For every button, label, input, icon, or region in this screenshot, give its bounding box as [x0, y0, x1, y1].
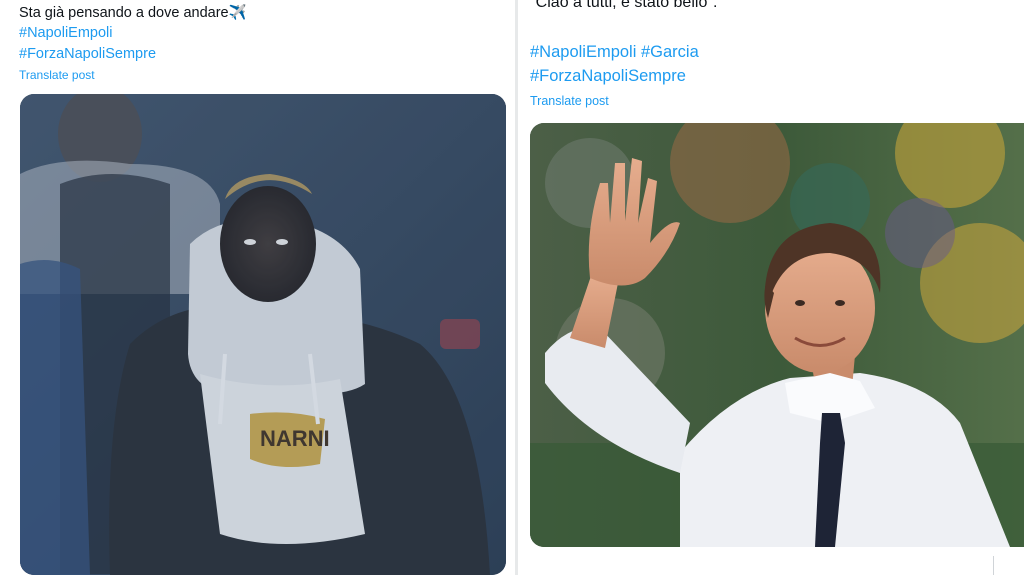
divider-line [993, 556, 994, 575]
hashtag-link[interactable]: #NapoliEmpoli [19, 25, 113, 41]
stadium-crowd-photo: NARNI [20, 94, 506, 575]
translate-post-link[interactable]: Translate post [530, 94, 609, 108]
hashtag-link[interactable]: #ForzaNapoliSempre [19, 46, 156, 62]
translate-post-link[interactable]: Translate post [19, 68, 95, 82]
post-right: "Ciao a tutti, è stato bello". #NapoliEm… [518, 0, 1024, 575]
post-text: Sta già pensando a dove andare✈️ [19, 5, 247, 21]
coach-waving-photo [530, 123, 1024, 547]
post-image[interactable] [530, 123, 1024, 547]
post-left: Sta già pensando a dove andare✈️ #Napoli… [0, 0, 515, 575]
hashtag-links[interactable]: #NapoliEmpoli #Garcia [530, 43, 699, 62]
hashtag-link[interactable]: #ForzaNapoliSempre [530, 67, 686, 86]
post-image[interactable]: NARNI [20, 94, 506, 575]
post-text: "Ciao a tutti, è stato bello". [530, 0, 718, 11]
